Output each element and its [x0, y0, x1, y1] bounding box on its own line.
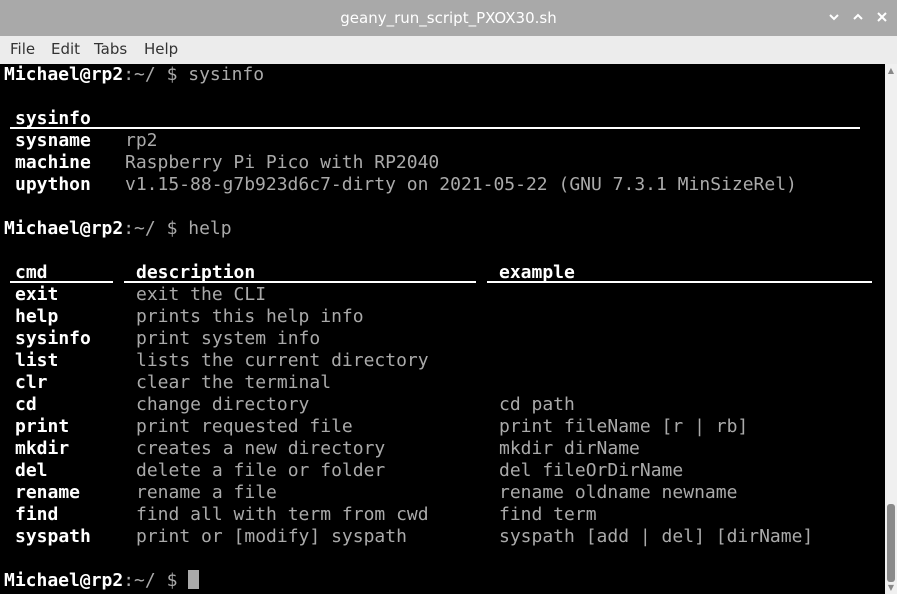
- help-desc: change directory: [136, 394, 310, 415]
- window-title: geany_run_script_PXOX30.sh: [340, 9, 557, 27]
- menu-help[interactable]: Help: [144, 40, 178, 58]
- scroll-up-icon[interactable]: ▲: [885, 66, 897, 75]
- help-cmd: clr: [15, 372, 48, 393]
- menu-tabs[interactable]: Tabs: [94, 40, 127, 58]
- prompt-line: Michael@rp2:~/ $ help: [4, 218, 232, 240]
- header-rule: [487, 281, 872, 283]
- help-example: mkdir dirName: [499, 438, 640, 459]
- help-desc: exit the CLI: [136, 284, 267, 305]
- help-desc: print or [modify] syspath: [136, 526, 407, 547]
- menu-edit[interactable]: Edit: [51, 40, 80, 58]
- maximize-button[interactable]: [850, 9, 866, 25]
- vertical-scrollbar[interactable]: ▲ ▼: [885, 64, 897, 594]
- help-cmd: print: [15, 416, 70, 437]
- help-desc: rename a file: [136, 482, 277, 503]
- prompt-path: :~/ $: [123, 64, 189, 85]
- help-cmd: syspath: [15, 526, 91, 547]
- prompt-user: Michael@rp2: [4, 570, 124, 591]
- close-button[interactable]: [874, 9, 890, 25]
- sysinfo-key: sysname: [15, 130, 91, 151]
- help-desc: delete a file or folder: [136, 460, 386, 481]
- scroll-down-icon[interactable]: ▼: [885, 583, 897, 592]
- header-rule: [10, 281, 113, 283]
- text-cursor: [188, 570, 200, 589]
- help-example: del fileOrDirName: [499, 460, 684, 481]
- help-cmd: sysinfo: [15, 328, 91, 349]
- help-cmd: list: [15, 350, 59, 371]
- sysinfo-key: upython: [15, 174, 91, 195]
- sysinfo-key: machine: [15, 152, 91, 173]
- chevron-up-icon: [853, 13, 863, 20]
- menu-file[interactable]: File: [10, 40, 35, 58]
- help-desc: print requested file: [136, 416, 353, 437]
- help-cmd: cd: [15, 394, 37, 415]
- prompt-user: Michael@rp2: [4, 64, 124, 85]
- help-desc: find all with term from cwd: [136, 504, 429, 525]
- sysinfo-value: Raspberry Pi Pico with RP2040: [125, 152, 440, 173]
- terminal-output[interactable]: Michael@rp2:~/ $ sysinfo sysinfo sysname…: [0, 64, 885, 594]
- sysinfo-value: rp2: [125, 130, 158, 151]
- prompt-user: Michael@rp2: [4, 218, 124, 239]
- prompt-line: Michael@rp2:~/ $ sysinfo: [4, 64, 264, 86]
- help-desc: clear the terminal: [136, 372, 332, 393]
- prompt-line[interactable]: Michael@rp2:~/ $: [4, 570, 200, 592]
- command-text: sysinfo: [188, 64, 265, 85]
- help-desc: lists the current directory: [136, 350, 429, 371]
- prompt-path: :~/ $: [123, 570, 189, 591]
- help-example: cd path: [499, 394, 575, 415]
- minimize-button[interactable]: [826, 9, 842, 25]
- help-cmd: mkdir: [15, 438, 70, 459]
- prompt-path: :~/ $: [123, 218, 189, 239]
- help-example: find term: [499, 504, 597, 525]
- chevron-down-icon: [829, 14, 839, 21]
- help-cmd: del: [15, 460, 48, 481]
- help-cmd: find: [15, 504, 59, 525]
- help-desc: creates a new directory: [136, 438, 386, 459]
- help-example: rename oldname newname: [499, 482, 738, 503]
- help-cmd: rename: [15, 482, 81, 503]
- header-rule: [10, 127, 860, 129]
- help-example: syspath [add | del] [dirName]: [499, 526, 814, 547]
- command-text: help: [188, 218, 232, 239]
- close-icon: [877, 12, 887, 22]
- help-desc: print system info: [136, 328, 321, 349]
- title-bar[interactable]: geany_run_script_PXOX30.sh: [0, 0, 897, 37]
- help-cmd: exit: [15, 284, 59, 305]
- help-cmd: help: [15, 306, 59, 327]
- header-rule: [124, 281, 476, 283]
- scroll-thumb[interactable]: [887, 504, 895, 582]
- sysinfo-value: v1.15-88-g7b923d6c7-dirty on 2021-05-22 …: [125, 174, 797, 195]
- menu-bar: File Edit Tabs Help: [0, 36, 897, 65]
- help-example: print fileName [r | rb]: [499, 416, 749, 437]
- help-desc: prints this help info: [136, 306, 364, 327]
